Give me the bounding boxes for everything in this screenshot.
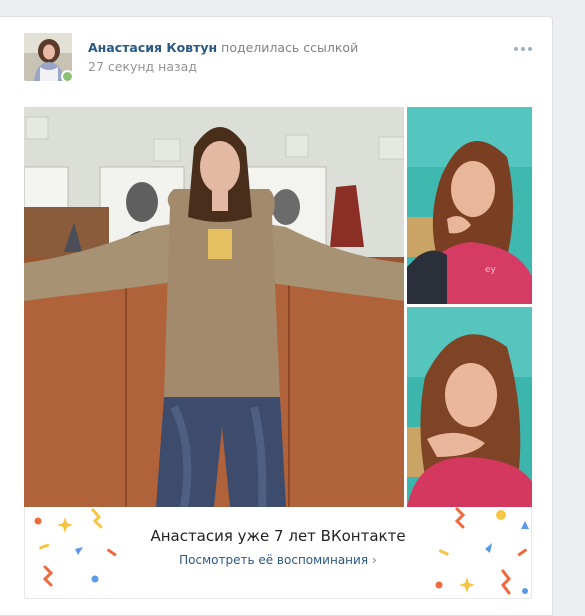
- more-options-button[interactable]: [514, 47, 534, 55]
- photo-top-right[interactable]: ey: [407, 107, 532, 304]
- photo-main[interactable]: [24, 107, 404, 507]
- memory-banner[interactable]: Анастасия уже 7 лет ВКонтакте Посмотреть…: [24, 507, 532, 599]
- post-header: Анастасия Ковтун поделилась ссылкой: [88, 40, 358, 55]
- memory-link[interactable]: Посмотреть её воспоминания ›: [25, 553, 531, 567]
- online-indicator-icon: [61, 70, 74, 83]
- post-action-text: поделилась ссылкой: [221, 40, 359, 55]
- more-horizontal-icon: [514, 47, 518, 51]
- memory-link-label: Посмотреть её воспоминания: [179, 553, 369, 567]
- post-card: Анастасия Ковтун поделилась ссылкой 27 се…: [0, 16, 553, 616]
- chevron-right-icon: ›: [372, 553, 377, 567]
- post-timestamp[interactable]: 27 секунд назад: [88, 59, 197, 74]
- photo-bottom-right[interactable]: [407, 307, 532, 507]
- memory-title: Анастасия уже 7 лет ВКонтакте: [150, 527, 406, 545]
- author-name-link[interactable]: Анастасия Ковтун: [88, 40, 217, 55]
- svg-text:ey: ey: [485, 265, 497, 275]
